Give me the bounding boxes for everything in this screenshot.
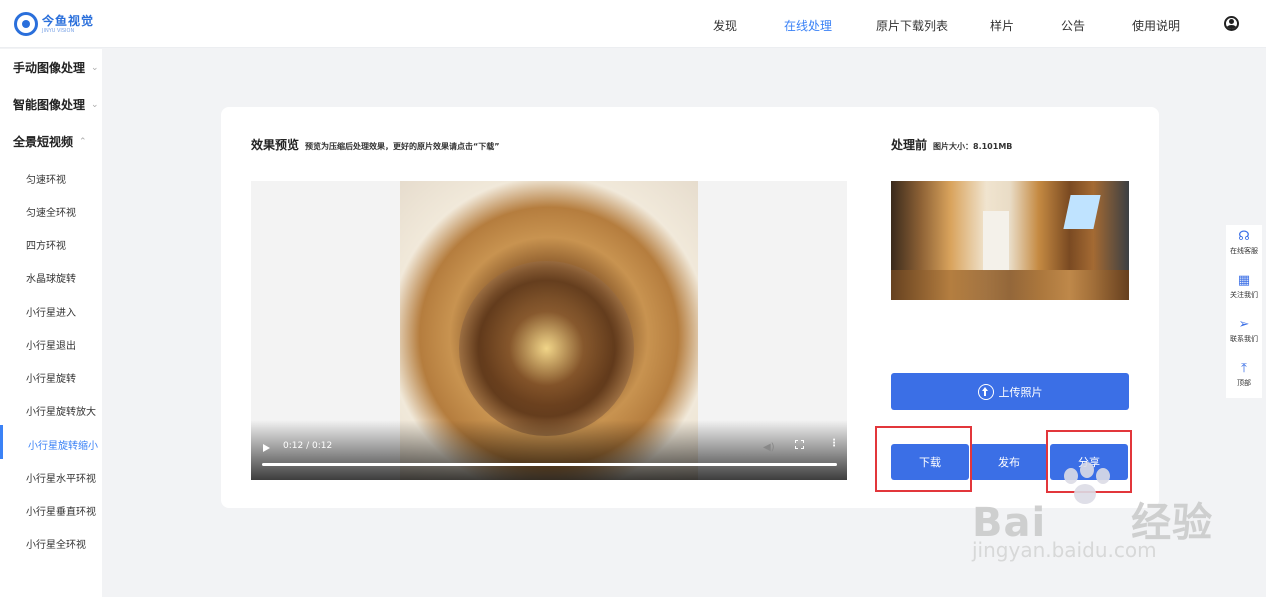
volume-icon[interactable]: ◀) <box>763 442 775 453</box>
preview-header: 效果预览 预览为压缩后处理效果，更好的原片效果请点击“下载” <box>251 136 500 153</box>
brand-logo[interactable]: 今鱼视觉 JINYU VISION <box>14 11 94 37</box>
nav-discover[interactable]: 发现 <box>713 17 737 34</box>
top-navbar: 今鱼视觉 JINYU VISION 发现 在线处理 原片下载列表 样片 公告 使… <box>0 0 1266 48</box>
upload-icon <box>977 383 994 400</box>
video-controls: 0:12 / 0:12 ◀) ⋮ <box>251 420 847 480</box>
sidebar-item[interactable]: 小行星全环视 <box>26 536 86 551</box>
float-item-back-to-top[interactable]: ⤒ 顶部 <box>1226 361 1262 388</box>
sidebar-item[interactable]: 小行星退出 <box>26 337 76 352</box>
play-icon[interactable] <box>263 444 270 452</box>
video-player[interactable]: 0:12 / 0:12 ◀) ⋮ <box>251 181 847 480</box>
logo-icon <box>14 12 38 36</box>
chevron-up-icon: ⌃ <box>79 136 87 147</box>
upload-photo-button[interactable]: 上传照片 <box>891 373 1129 410</box>
preview-subtitle: 预览为压缩后处理效果，更好的原片效果请点击“下载” <box>305 142 500 151</box>
original-panorama-thumbnail <box>891 181 1129 300</box>
sidebar-item[interactable]: 水晶球旋转 <box>26 270 76 285</box>
nav-samples[interactable]: 样片 <box>990 17 1014 34</box>
float-item-customer-service[interactable]: ☊ 在线客服 <box>1226 229 1262 256</box>
back-to-top-icon: ⤒ <box>1241 361 1247 376</box>
headset-icon: ☊ <box>1238 229 1250 244</box>
sidebar: 手动图像处理 ⌄ 智能图像处理 ⌄ 全景短视频 ⌃ 匀速环视 匀速全环视 四方环… <box>0 49 102 597</box>
sidebar-item[interactable]: 小行星进入 <box>26 304 76 319</box>
nav-online-processing[interactable]: 在线处理 <box>784 17 832 34</box>
sidebar-group-panorama-video[interactable]: 全景短视频 ⌃ <box>13 133 87 150</box>
qr-code-icon: ▦ <box>1237 273 1251 288</box>
chevron-down-icon: ⌄ <box>91 99 99 110</box>
preview-title: 效果预览 <box>251 138 300 152</box>
sidebar-item[interactable]: 小行星旋转 <box>26 370 76 385</box>
brand-tagline: JINYU VISION <box>42 27 75 34</box>
chevron-down-icon: ⌄ <box>91 62 99 73</box>
highlight-box-download <box>875 426 972 492</box>
sidebar-item[interactable]: 匀速环视 <box>26 171 66 186</box>
sidebar-group-manual[interactable]: 手动图像处理 ⌄ <box>13 59 99 76</box>
more-options-icon[interactable]: ⋮ <box>829 439 839 449</box>
baidu-jingyan-watermark: Bai 经验 jingyan.baidu.com <box>972 500 1214 562</box>
video-time: 0:12 / 0:12 <box>283 441 333 451</box>
sidebar-item[interactable]: 四方环视 <box>26 237 66 252</box>
floating-service-panel: ☊ 在线客服 ▦ 关注我们 ➢ 联系我们 ⤒ 顶部 <box>1226 225 1262 398</box>
float-item-follow-us[interactable]: ▦ 关注我们 <box>1226 273 1262 300</box>
processing-card: 效果预览 预览为压缩后处理效果，更好的原片效果请点击“下载” 处理前 图片大小：… <box>221 107 1159 508</box>
paper-plane-icon: ➢ <box>1238 317 1250 332</box>
fullscreen-icon[interactable] <box>795 440 804 449</box>
sidebar-item[interactable]: 小行星旋转放大 <box>26 403 96 418</box>
sidebar-item[interactable]: 匀速全环视 <box>26 204 76 219</box>
image-size-label: 图片大小：8.101MB <box>933 142 1013 151</box>
float-item-contact-us[interactable]: ➢ 联系我们 <box>1226 317 1262 344</box>
publish-button[interactable]: 发布 <box>970 444 1048 480</box>
sidebar-group-smart[interactable]: 智能图像处理 ⌄ <box>13 96 99 113</box>
nav-announcements[interactable]: 公告 <box>1061 17 1085 34</box>
user-avatar-icon[interactable] <box>1224 16 1239 31</box>
before-title: 处理前 <box>891 138 928 152</box>
sidebar-item-active[interactable]: 小行星旋转缩小 <box>28 437 98 452</box>
nav-download-list[interactable]: 原片下载列表 <box>876 17 948 34</box>
before-header: 处理前 图片大小：8.101MB <box>891 136 1012 153</box>
video-progress-bar[interactable] <box>262 463 837 466</box>
brand-name: 今鱼视觉 <box>42 13 95 28</box>
sidebar-item[interactable]: 小行星水平环视 <box>26 470 96 485</box>
nav-user-guide[interactable]: 使用说明 <box>1132 17 1180 34</box>
sidebar-item[interactable]: 小行星垂直环视 <box>26 503 96 518</box>
sidebar-active-indicator <box>0 425 3 459</box>
